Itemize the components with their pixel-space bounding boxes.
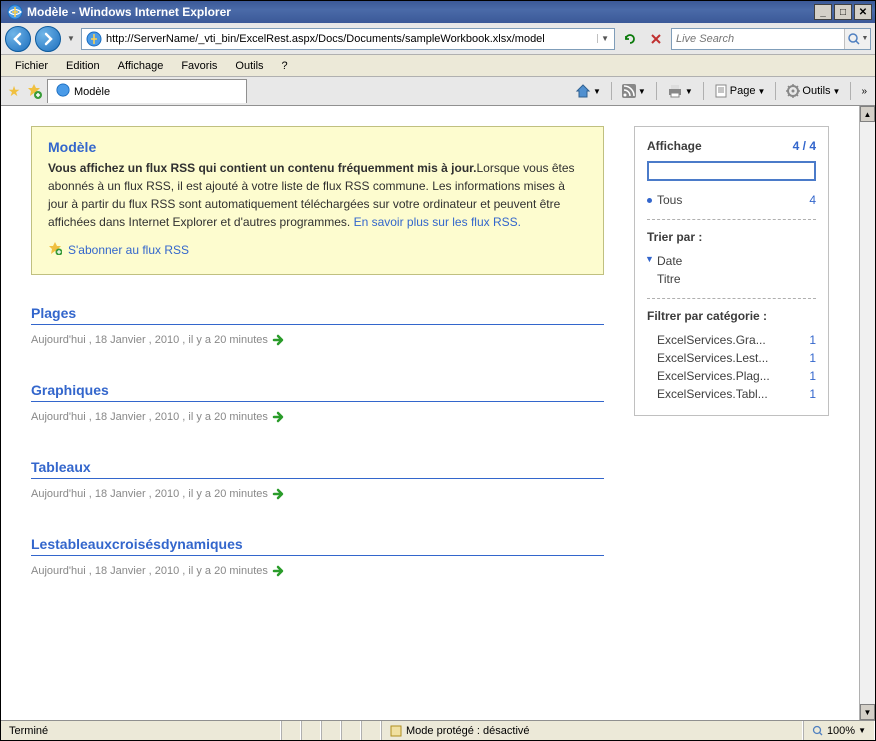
sb-sort-title[interactable]: Titre (647, 270, 816, 288)
sb-category-item[interactable]: ExcelServices.Tabl...1 (647, 385, 816, 403)
print-button[interactable]: ▼ (663, 82, 697, 100)
menu-outils[interactable]: Outils (227, 58, 271, 74)
entry-meta: Aujourd'hui , 18 Janvier , 2010 , il y a… (31, 333, 604, 347)
sb-filter-all[interactable]: Tous4 (647, 191, 816, 209)
window-title: Modèle - Windows Internet Explorer (27, 5, 814, 19)
scroll-up-button[interactable]: ▲ (860, 106, 875, 122)
forward-button[interactable] (35, 26, 61, 52)
menu-affichage[interactable]: Affichage (110, 58, 172, 74)
viewport: Modèle Vous affichez un flux RSS qui con… (1, 106, 859, 720)
home-button[interactable]: ▼ (571, 81, 605, 101)
menu-fichier[interactable]: Fichier (7, 58, 56, 74)
chevron-more[interactable]: » (857, 84, 871, 99)
feed-entry: Lestableauxcroisésdynamiques Aujourd'hui … (31, 536, 604, 578)
go-arrow-icon[interactable] (272, 410, 286, 424)
scroll-track[interactable] (860, 122, 875, 704)
entry-title[interactable]: Graphiques (31, 382, 604, 402)
status-text: Terminé (1, 721, 281, 740)
feed-sidebar: Affichage 4 / 4 Tous4 Trier par : Date T… (634, 126, 829, 416)
entry-title[interactable]: Lestableauxcroisésdynamiques (31, 536, 604, 556)
back-button[interactable] (5, 26, 31, 52)
entry-meta: Aujourd'hui , 18 Janvier , 2010 , il y a… (31, 564, 604, 578)
entry-meta: Aujourd'hui , 18 Janvier , 2010 , il y a… (31, 487, 604, 501)
entry-title[interactable]: Plages (31, 305, 604, 325)
learn-more-link[interactable]: En savoir plus sur les flux RSS. (354, 215, 521, 229)
feed-entry: Graphiques Aujourd'hui , 18 Janvier , 201… (31, 382, 604, 424)
subscribe-icon (48, 241, 62, 258)
tab-bar: ★ Modèle ▼ ▼ ▼ (1, 77, 875, 105)
sb-view-label: Affichage (647, 139, 702, 153)
subscribe-link[interactable]: S'abonner au flux RSS (48, 241, 587, 258)
minimize-button[interactable]: _ (814, 4, 832, 20)
go-arrow-icon[interactable] (272, 487, 286, 501)
sb-sort-label: Trier par : (647, 230, 702, 244)
status-mode: Mode protégé : désactivé (381, 721, 803, 740)
sb-filter-cat-label: Filtrer par catégorie : (647, 309, 767, 323)
sb-category-item[interactable]: ExcelServices.Plag...1 (647, 367, 816, 385)
feed-description: Vous affichez un flux RSS qui contient u… (48, 159, 587, 231)
entry-meta: Aujourd'hui , 18 Janvier , 2010 , il y a… (31, 410, 604, 424)
scroll-down-button[interactable]: ▼ (860, 704, 875, 720)
page-menu[interactable]: Page ▼ (710, 82, 770, 100)
stop-button[interactable] (645, 28, 667, 50)
menu-help[interactable]: ? (274, 58, 296, 74)
feed-entry: Plages Aujourd'hui , 18 Janvier , 2010 , … (31, 305, 604, 347)
address-dropdown[interactable]: ▼ (597, 34, 612, 43)
sb-sort-date[interactable]: Date (647, 252, 816, 270)
maximize-button[interactable]: □ (834, 4, 852, 20)
tools-menu[interactable]: Outils ▼ (782, 82, 844, 100)
window: Modèle - Windows Internet Explorer _ □ ✕… (0, 0, 876, 741)
page-type-icon (86, 31, 102, 47)
favorites-icon[interactable]: ★ (5, 82, 23, 100)
browser-tab[interactable]: Modèle (47, 79, 247, 103)
add-favorite-icon[interactable] (25, 82, 43, 100)
menu-edition[interactable]: Edition (58, 58, 108, 74)
nav-history-dropdown[interactable]: ▼ (65, 27, 77, 51)
refresh-button[interactable] (619, 28, 641, 50)
go-arrow-icon[interactable] (272, 333, 286, 347)
sb-view-count: 4 / 4 (793, 139, 816, 153)
feeds-button[interactable]: ▼ (618, 82, 650, 100)
vertical-scrollbar[interactable]: ▲ ▼ (859, 106, 875, 720)
window-controls: _ □ ✕ (814, 4, 872, 20)
tab-title: Modèle (74, 86, 110, 98)
content-area: Modèle Vous affichez un flux RSS qui con… (1, 105, 875, 720)
feed-title: Modèle (48, 139, 587, 155)
search-input[interactable] (672, 33, 844, 45)
entry-title[interactable]: Tableaux (31, 459, 604, 479)
sb-filter-input[interactable] (647, 161, 816, 181)
command-bar: ▼ ▼ ▼ Page ▼ Outils ▼ (571, 81, 871, 101)
titlebar: Modèle - Windows Internet Explorer _ □ ✕ (1, 1, 875, 23)
address-input[interactable] (104, 30, 597, 48)
status-bar: Terminé Mode protégé : désactivé 100% ▼ (1, 720, 875, 740)
sb-category-item[interactable]: ExcelServices.Gra...1 (647, 331, 816, 349)
feed-entry: Tableaux Aujourd'hui , 18 Janvier , 2010 … (31, 459, 604, 501)
search-box: ▼ (671, 28, 871, 50)
sb-category-item[interactable]: ExcelServices.Lest...1 (647, 349, 816, 367)
zoom-control[interactable]: 100% ▼ (803, 721, 875, 740)
close-button[interactable]: ✕ (854, 4, 872, 20)
feed-main: Modèle Vous affichez un flux RSS qui con… (31, 126, 604, 700)
search-button[interactable]: ▼ (844, 29, 870, 49)
address-bar: ▼ (81, 28, 615, 50)
feed-header-box: Modèle Vous affichez un flux RSS qui con… (31, 126, 604, 275)
menu-favoris[interactable]: Favoris (173, 58, 225, 74)
app-icon (7, 4, 23, 20)
go-arrow-icon[interactable] (272, 564, 286, 578)
menu-bar: Fichier Edition Affichage Favoris Outils… (1, 55, 875, 77)
nav-toolbar: ▼ ▼ ▼ (1, 23, 875, 55)
tab-favicon (56, 83, 70, 100)
